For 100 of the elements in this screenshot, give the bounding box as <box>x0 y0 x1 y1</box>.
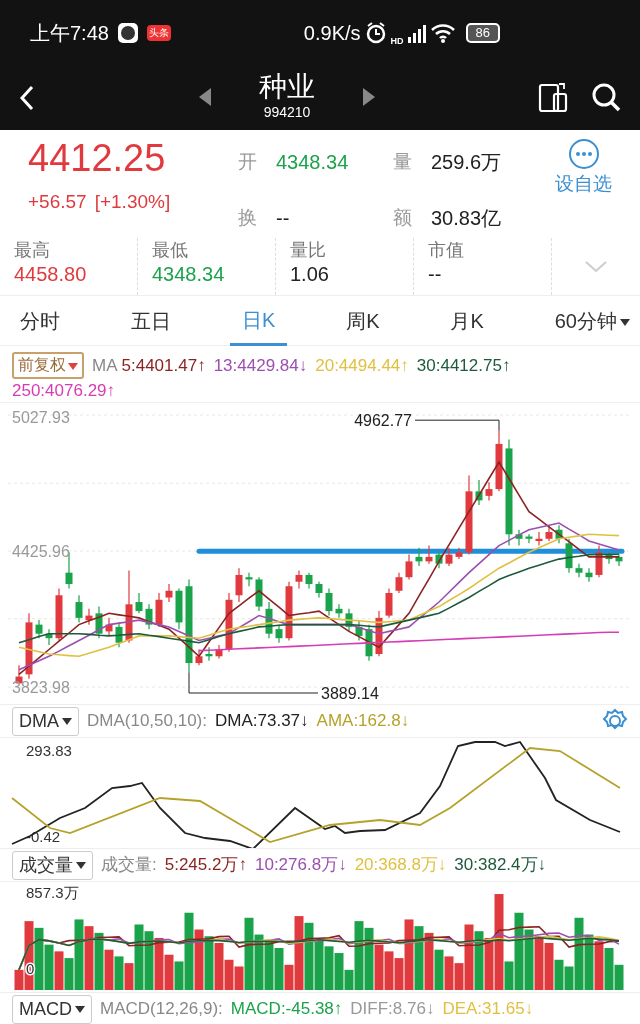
indicator-value: AMA:162.8↓ <box>316 710 410 733</box>
indicator-value: 30:382.4万↓ <box>454 854 547 877</box>
axis-label: -0.42 <box>26 828 61 845</box>
indicator-params: MACD(12,26,9): <box>100 998 223 1021</box>
ma-label: MA <box>92 354 118 377</box>
change-value: +56.57 <box>28 189 87 214</box>
candle <box>175 587 183 630</box>
candle <box>345 608 353 632</box>
candle <box>355 619 363 642</box>
candle <box>595 544 603 578</box>
stock-code: 994210 <box>262 103 312 123</box>
chart-tab[interactable]: 周K <box>334 296 392 346</box>
candle <box>365 624 373 662</box>
indicator-value: 5:245.2万↑ <box>164 854 247 877</box>
stat-label: 量 <box>393 149 413 174</box>
search-icon[interactable] <box>592 82 622 113</box>
axis-label: 857.3万 <box>26 884 79 901</box>
stat-label: 开 <box>238 149 258 174</box>
candle <box>85 608 93 626</box>
ma-value: 30:4412.75↑ <box>416 354 511 377</box>
indicator-value: DEA:31.65↓ <box>442 998 534 1021</box>
chart-tab[interactable]: 五日 <box>118 296 183 346</box>
chart-tab[interactable]: 分时 <box>8 296 72 346</box>
app-icon: 头条 <box>146 24 171 41</box>
app-icon <box>116 21 139 44</box>
more-icon <box>567 138 600 170</box>
candle <box>315 581 323 599</box>
candle <box>55 587 63 642</box>
axis-label: 3823.98 <box>12 679 70 696</box>
summary-value: 4458.80 <box>14 261 88 286</box>
indicator-value: MACD:-45.38↑ <box>230 998 343 1021</box>
ma-value: 5:4401.47↑ <box>121 354 206 377</box>
candle <box>535 531 543 547</box>
summary-label: 最高 <box>14 240 51 262</box>
candle <box>285 581 293 642</box>
axis-label: 4425.96 <box>12 543 70 560</box>
indicator-selector[interactable]: MACD <box>12 994 92 1024</box>
indicator-value: DIFF:8.76↓ <box>350 998 435 1021</box>
candle <box>75 594 83 623</box>
candle <box>565 538 573 574</box>
axis-label: 5027.93 <box>12 409 70 426</box>
candle <box>485 481 493 501</box>
candle <box>545 524 553 542</box>
candle <box>405 554 413 581</box>
back-button[interactable] <box>18 84 36 111</box>
candle <box>165 583 173 603</box>
next-icon[interactable] <box>363 88 375 107</box>
candle <box>495 429 503 492</box>
candle <box>605 551 613 565</box>
chart-tab[interactable]: 日K <box>229 296 288 346</box>
candle <box>255 576 263 612</box>
indicator-selector[interactable]: DMA <box>12 706 79 736</box>
previous-icon[interactable] <box>199 88 211 107</box>
stat-label: 换 <box>238 205 258 230</box>
candle <box>395 572 403 594</box>
candle <box>265 601 273 639</box>
indicator-value: 20:368.8万↓ <box>354 854 447 877</box>
axis-label: 293.83 <box>26 742 72 759</box>
candle <box>435 551 443 569</box>
signal-label: HD <box>390 34 404 48</box>
low-price-label: 3889.14 <box>321 685 379 702</box>
candle <box>35 619 43 639</box>
price-value: 4412.25 <box>28 138 167 180</box>
candle <box>105 617 113 637</box>
stat-value: -- <box>276 206 290 231</box>
candle <box>615 554 623 567</box>
candle <box>45 628 53 646</box>
stat-label: 额 <box>393 205 413 230</box>
stock-title: 种业 <box>259 71 315 103</box>
indicator-selector[interactable]: 成交量 <box>12 850 93 880</box>
candle <box>335 603 343 619</box>
candle <box>215 644 223 660</box>
candle <box>135 592 143 614</box>
summary-label: 量比 <box>290 240 327 262</box>
battery-icon: 86 <box>465 22 500 43</box>
candle <box>445 547 453 567</box>
indicator-label: 成交量: <box>101 854 157 877</box>
chart-tab[interactable]: 60分钟 <box>542 296 632 346</box>
adjust-button[interactable]: 前复权 <box>12 352 84 380</box>
candle <box>455 547 463 560</box>
candle <box>475 479 483 506</box>
watchlist-button[interactable]: 设自选 <box>555 138 612 238</box>
candle <box>585 567 593 583</box>
summary-value: -- <box>428 261 443 286</box>
candle <box>515 529 523 547</box>
candle <box>235 567 243 603</box>
candle <box>525 533 533 544</box>
candle <box>305 572 313 590</box>
candle <box>425 544 433 565</box>
candle <box>115 621 123 648</box>
wifi-icon <box>429 21 456 44</box>
change-percent: [+1.30%] <box>94 189 171 214</box>
candle <box>415 547 423 567</box>
high-price-label: 4962.77 <box>354 412 412 430</box>
candle <box>245 572 253 587</box>
candle <box>205 646 213 662</box>
phone-switch-icon[interactable] <box>538 81 568 114</box>
chart-tab[interactable]: 月K <box>438 296 496 346</box>
indicator-value: 10:276.8万↓ <box>254 854 347 877</box>
summary-label: 最低 <box>152 240 189 262</box>
